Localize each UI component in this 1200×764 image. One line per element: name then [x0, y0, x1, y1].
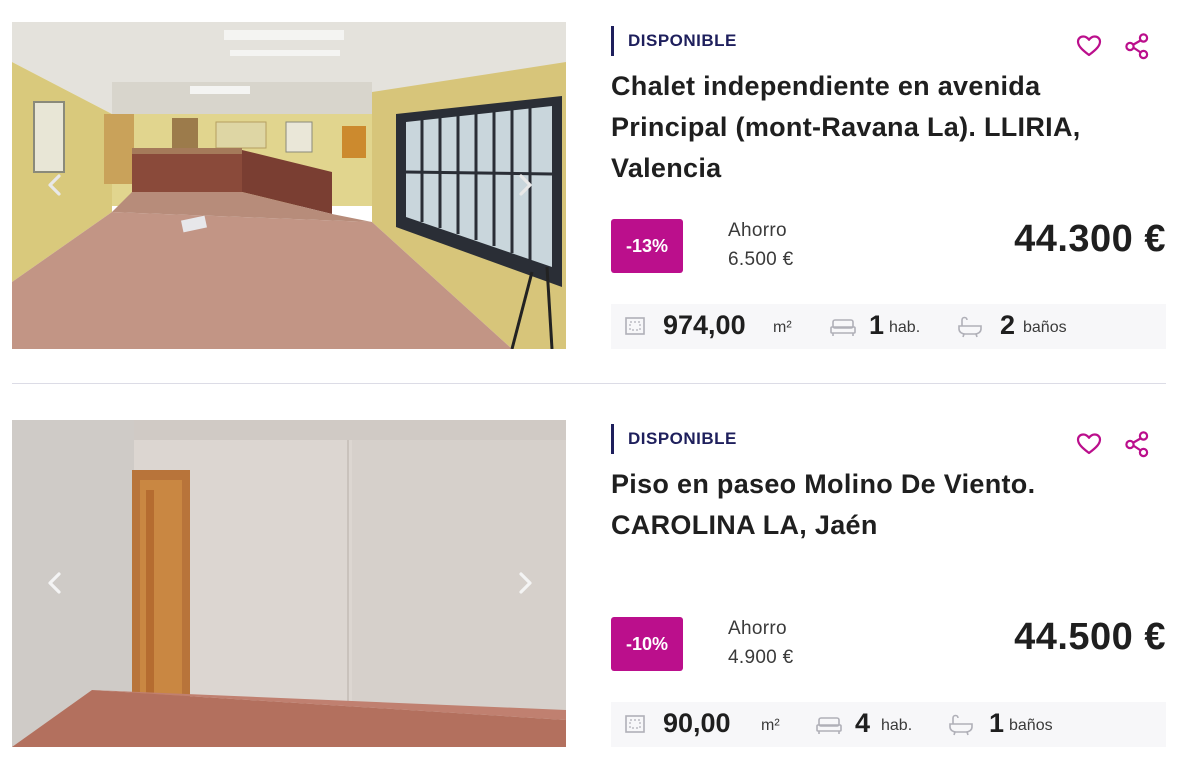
title-line: CAROLINA LA, Jaén — [611, 510, 878, 540]
next-photo-button[interactable] — [510, 170, 540, 200]
bed-icon — [816, 717, 842, 734]
discount-badge: -13% — [611, 219, 683, 273]
listing-title[interactable]: Chalet independiente en avenida Principa… — [611, 66, 1151, 189]
chevron-right-icon — [519, 174, 532, 196]
chevron-left-icon — [48, 174, 61, 196]
title-line: Chalet independiente en avenida — [611, 71, 1041, 101]
area-value: 90,00 — [663, 708, 731, 738]
title-line: Principal (mont-Ravana La). LLIRIA, — [611, 112, 1081, 142]
area-icon — [625, 715, 645, 733]
baths-unit: baños — [1023, 319, 1067, 336]
heart-icon — [1076, 433, 1102, 455]
listing-photo[interactable] — [12, 22, 566, 349]
baths-value: 1 — [989, 708, 1005, 738]
area-unit: m² — [773, 319, 792, 336]
room-photo-2 — [12, 420, 566, 747]
next-photo-button[interactable] — [510, 568, 540, 598]
area-value: 974,00 — [663, 310, 746, 340]
listing-results: DISPONIBLE Chalet independiente en aveni… — [0, 0, 1200, 764]
area-icon — [625, 317, 645, 335]
savings-value: 4.900 € — [728, 647, 794, 668]
bed-icon — [830, 319, 856, 336]
price: 44.300 € — [1014, 218, 1166, 260]
previous-photo-button[interactable] — [40, 568, 70, 598]
savings-label: Ahorro — [728, 220, 787, 241]
listing-title[interactable]: Piso en paseo Molino De Viento. CAROLINA… — [611, 464, 1151, 546]
bathtub-icon — [949, 714, 973, 736]
room-photo-1 — [12, 22, 566, 349]
features-row: 974,00 m² 1 hab. 2 baños — [611, 306, 1166, 346]
chevron-right-icon — [519, 572, 532, 594]
listing-card[interactable]: DISPONIBLE Chalet independiente en aveni… — [12, 22, 1166, 349]
title-line: Valencia — [611, 153, 722, 183]
favorite-button[interactable] — [1075, 430, 1103, 458]
title-line: Piso en paseo Molino De Viento. — [611, 469, 1036, 499]
features-row: 90,00 m² 4 hab. 1 baños — [611, 704, 1166, 744]
bathtub-icon — [958, 316, 982, 338]
card-divider — [12, 383, 1166, 384]
share-icon — [1125, 431, 1149, 458]
share-button[interactable] — [1123, 430, 1151, 458]
rooms-unit: hab. — [881, 717, 913, 734]
baths-value: 2 — [1000, 310, 1016, 340]
listing-card[interactable]: DISPONIBLE Piso en paseo Molino De Vient… — [12, 420, 1166, 747]
share-button[interactable] — [1123, 32, 1151, 60]
previous-photo-button[interactable] — [40, 170, 70, 200]
status-badge: DISPONIBLE — [611, 26, 737, 56]
chevron-left-icon — [48, 572, 61, 594]
baths-unit: baños — [1009, 717, 1053, 734]
rooms-value: 1 — [869, 310, 885, 340]
savings-value: 6.500 € — [728, 249, 794, 270]
savings-label: Ahorro — [728, 618, 787, 639]
share-icon — [1125, 33, 1149, 60]
favorite-button[interactable] — [1075, 32, 1103, 60]
price: 44.500 € — [1014, 616, 1166, 658]
listing-info: DISPONIBLE Chalet independiente en aveni… — [611, 22, 1166, 349]
listing-photo[interactable] — [12, 420, 566, 747]
rooms-value: 4 — [855, 708, 871, 738]
status-badge: DISPONIBLE — [611, 424, 737, 454]
area-unit: m² — [761, 717, 780, 734]
rooms-unit: hab. — [889, 319, 921, 336]
discount-badge: -10% — [611, 617, 683, 671]
listing-info: DISPONIBLE Piso en paseo Molino De Vient… — [611, 420, 1166, 747]
heart-icon — [1076, 35, 1102, 57]
